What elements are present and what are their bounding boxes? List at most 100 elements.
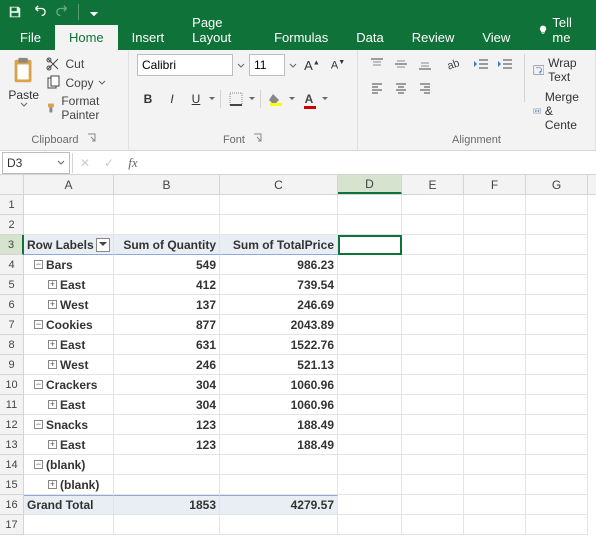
cell[interactable] — [402, 315, 464, 335]
cell[interactable] — [402, 475, 464, 495]
select-all-corner[interactable] — [0, 175, 24, 194]
cell[interactable] — [338, 275, 402, 295]
name-box[interactable]: D3 — [2, 152, 70, 174]
cell[interactable] — [220, 215, 338, 235]
row-header[interactable]: 7 — [0, 315, 24, 335]
collapse-icon[interactable]: − — [34, 320, 43, 329]
pivot-row-label[interactable]: +West — [24, 355, 114, 375]
cell[interactable] — [402, 375, 464, 395]
pivot-value[interactable]: 739.54 — [220, 275, 338, 295]
cell[interactable] — [464, 495, 526, 515]
cell[interactable] — [338, 415, 402, 435]
cell[interactable] — [338, 375, 402, 395]
pivot-header[interactable]: Sum of TotalPrice — [220, 235, 338, 255]
cell[interactable] — [338, 435, 402, 455]
cell[interactable] — [464, 195, 526, 215]
tab-insert[interactable]: Insert — [118, 25, 179, 50]
cell[interactable] — [338, 395, 402, 415]
pivot-value[interactable]: 986.23 — [220, 255, 338, 275]
collapse-icon[interactable]: − — [34, 460, 43, 469]
cell[interactable] — [338, 515, 402, 535]
dialog-launcher-icon[interactable] — [252, 132, 263, 143]
cell[interactable] — [338, 495, 402, 515]
cell[interactable] — [464, 275, 526, 295]
increase-font-button[interactable]: A▲ — [301, 54, 323, 76]
wrap-text-button[interactable]: Wrap Text — [533, 56, 587, 84]
column-header[interactable]: C — [220, 175, 338, 194]
cell[interactable] — [338, 215, 402, 235]
pivot-row-label[interactable]: −Cookies — [24, 315, 114, 335]
collapse-icon[interactable]: − — [34, 420, 43, 429]
cell[interactable] — [338, 295, 402, 315]
pivot-row-label[interactable]: −Snacks — [24, 415, 114, 435]
pivot-value[interactable]: 304 — [114, 395, 220, 415]
cell[interactable] — [464, 395, 526, 415]
borders-button[interactable] — [225, 88, 247, 110]
cut-button[interactable]: Cut — [45, 56, 120, 72]
cell[interactable] — [464, 315, 526, 335]
cell[interactable] — [464, 415, 526, 435]
pivot-row-label[interactable]: −Crackers — [24, 375, 114, 395]
cell[interactable] — [464, 255, 526, 275]
cell[interactable] — [464, 215, 526, 235]
pivot-grand-total[interactable]: 1853 — [114, 495, 220, 515]
chevron-down-icon[interactable] — [209, 88, 216, 110]
cell[interactable] — [338, 335, 402, 355]
cell[interactable] — [402, 215, 464, 235]
cell[interactable] — [526, 255, 588, 275]
cell[interactable] — [526, 415, 588, 435]
decrease-font-button[interactable]: A▼ — [327, 54, 349, 76]
qat-customize[interactable] — [83, 1, 105, 23]
chevron-down-icon[interactable] — [289, 54, 297, 76]
dialog-launcher-icon[interactable] — [86, 132, 97, 143]
cell[interactable] — [402, 355, 464, 375]
pivot-value[interactable]: 123 — [114, 435, 220, 455]
cell[interactable] — [402, 415, 464, 435]
cell[interactable] — [402, 295, 464, 315]
pivot-value[interactable]: 137 — [114, 295, 220, 315]
pivot-row-label[interactable]: −Bars — [24, 255, 114, 275]
cell[interactable] — [464, 235, 526, 255]
cell[interactable] — [526, 315, 588, 335]
column-header[interactable]: D — [338, 175, 402, 194]
expand-icon[interactable]: + — [48, 400, 57, 409]
cell[interactable] — [526, 515, 588, 535]
cell[interactable] — [402, 235, 464, 255]
chevron-down-icon[interactable] — [322, 88, 329, 110]
tab-view[interactable]: View — [468, 25, 524, 50]
cancel-formula-button[interactable]: ✕ — [73, 152, 97, 174]
pivot-value[interactable]: 1060.96 — [220, 375, 338, 395]
cell[interactable] — [526, 455, 588, 475]
cell[interactable] — [464, 335, 526, 355]
pivot-row-label[interactable]: +East — [24, 395, 114, 415]
row-header[interactable]: 13 — [0, 435, 24, 455]
pivot-value[interactable]: 123 — [114, 415, 220, 435]
pivot-value[interactable] — [114, 455, 220, 475]
chevron-down-icon[interactable] — [249, 88, 256, 110]
column-header[interactable]: E — [402, 175, 464, 194]
pivot-value[interactable]: 304 — [114, 375, 220, 395]
save-button[interactable] — [4, 1, 26, 23]
italic-button[interactable]: I — [161, 88, 183, 110]
pivot-row-label[interactable]: −(blank) — [24, 455, 114, 475]
cell[interactable] — [402, 255, 464, 275]
cell[interactable] — [526, 495, 588, 515]
row-header[interactable]: 14 — [0, 455, 24, 475]
pivot-value[interactable] — [220, 455, 338, 475]
cell[interactable] — [464, 435, 526, 455]
align-middle-button[interactable] — [390, 54, 412, 74]
decrease-indent-button[interactable] — [470, 54, 492, 74]
row-header[interactable]: 16 — [0, 495, 24, 515]
tab-home[interactable]: Home — [55, 25, 118, 50]
align-top-button[interactable] — [366, 54, 388, 74]
column-header[interactable]: A — [24, 175, 114, 194]
cell[interactable] — [220, 195, 338, 215]
cell[interactable] — [402, 335, 464, 355]
expand-icon[interactable]: + — [48, 360, 57, 369]
cell[interactable] — [338, 355, 402, 375]
pivot-value[interactable]: 877 — [114, 315, 220, 335]
cell[interactable] — [220, 515, 338, 535]
pivot-value[interactable]: 246 — [114, 355, 220, 375]
cell[interactable] — [114, 195, 220, 215]
cell[interactable] — [402, 195, 464, 215]
